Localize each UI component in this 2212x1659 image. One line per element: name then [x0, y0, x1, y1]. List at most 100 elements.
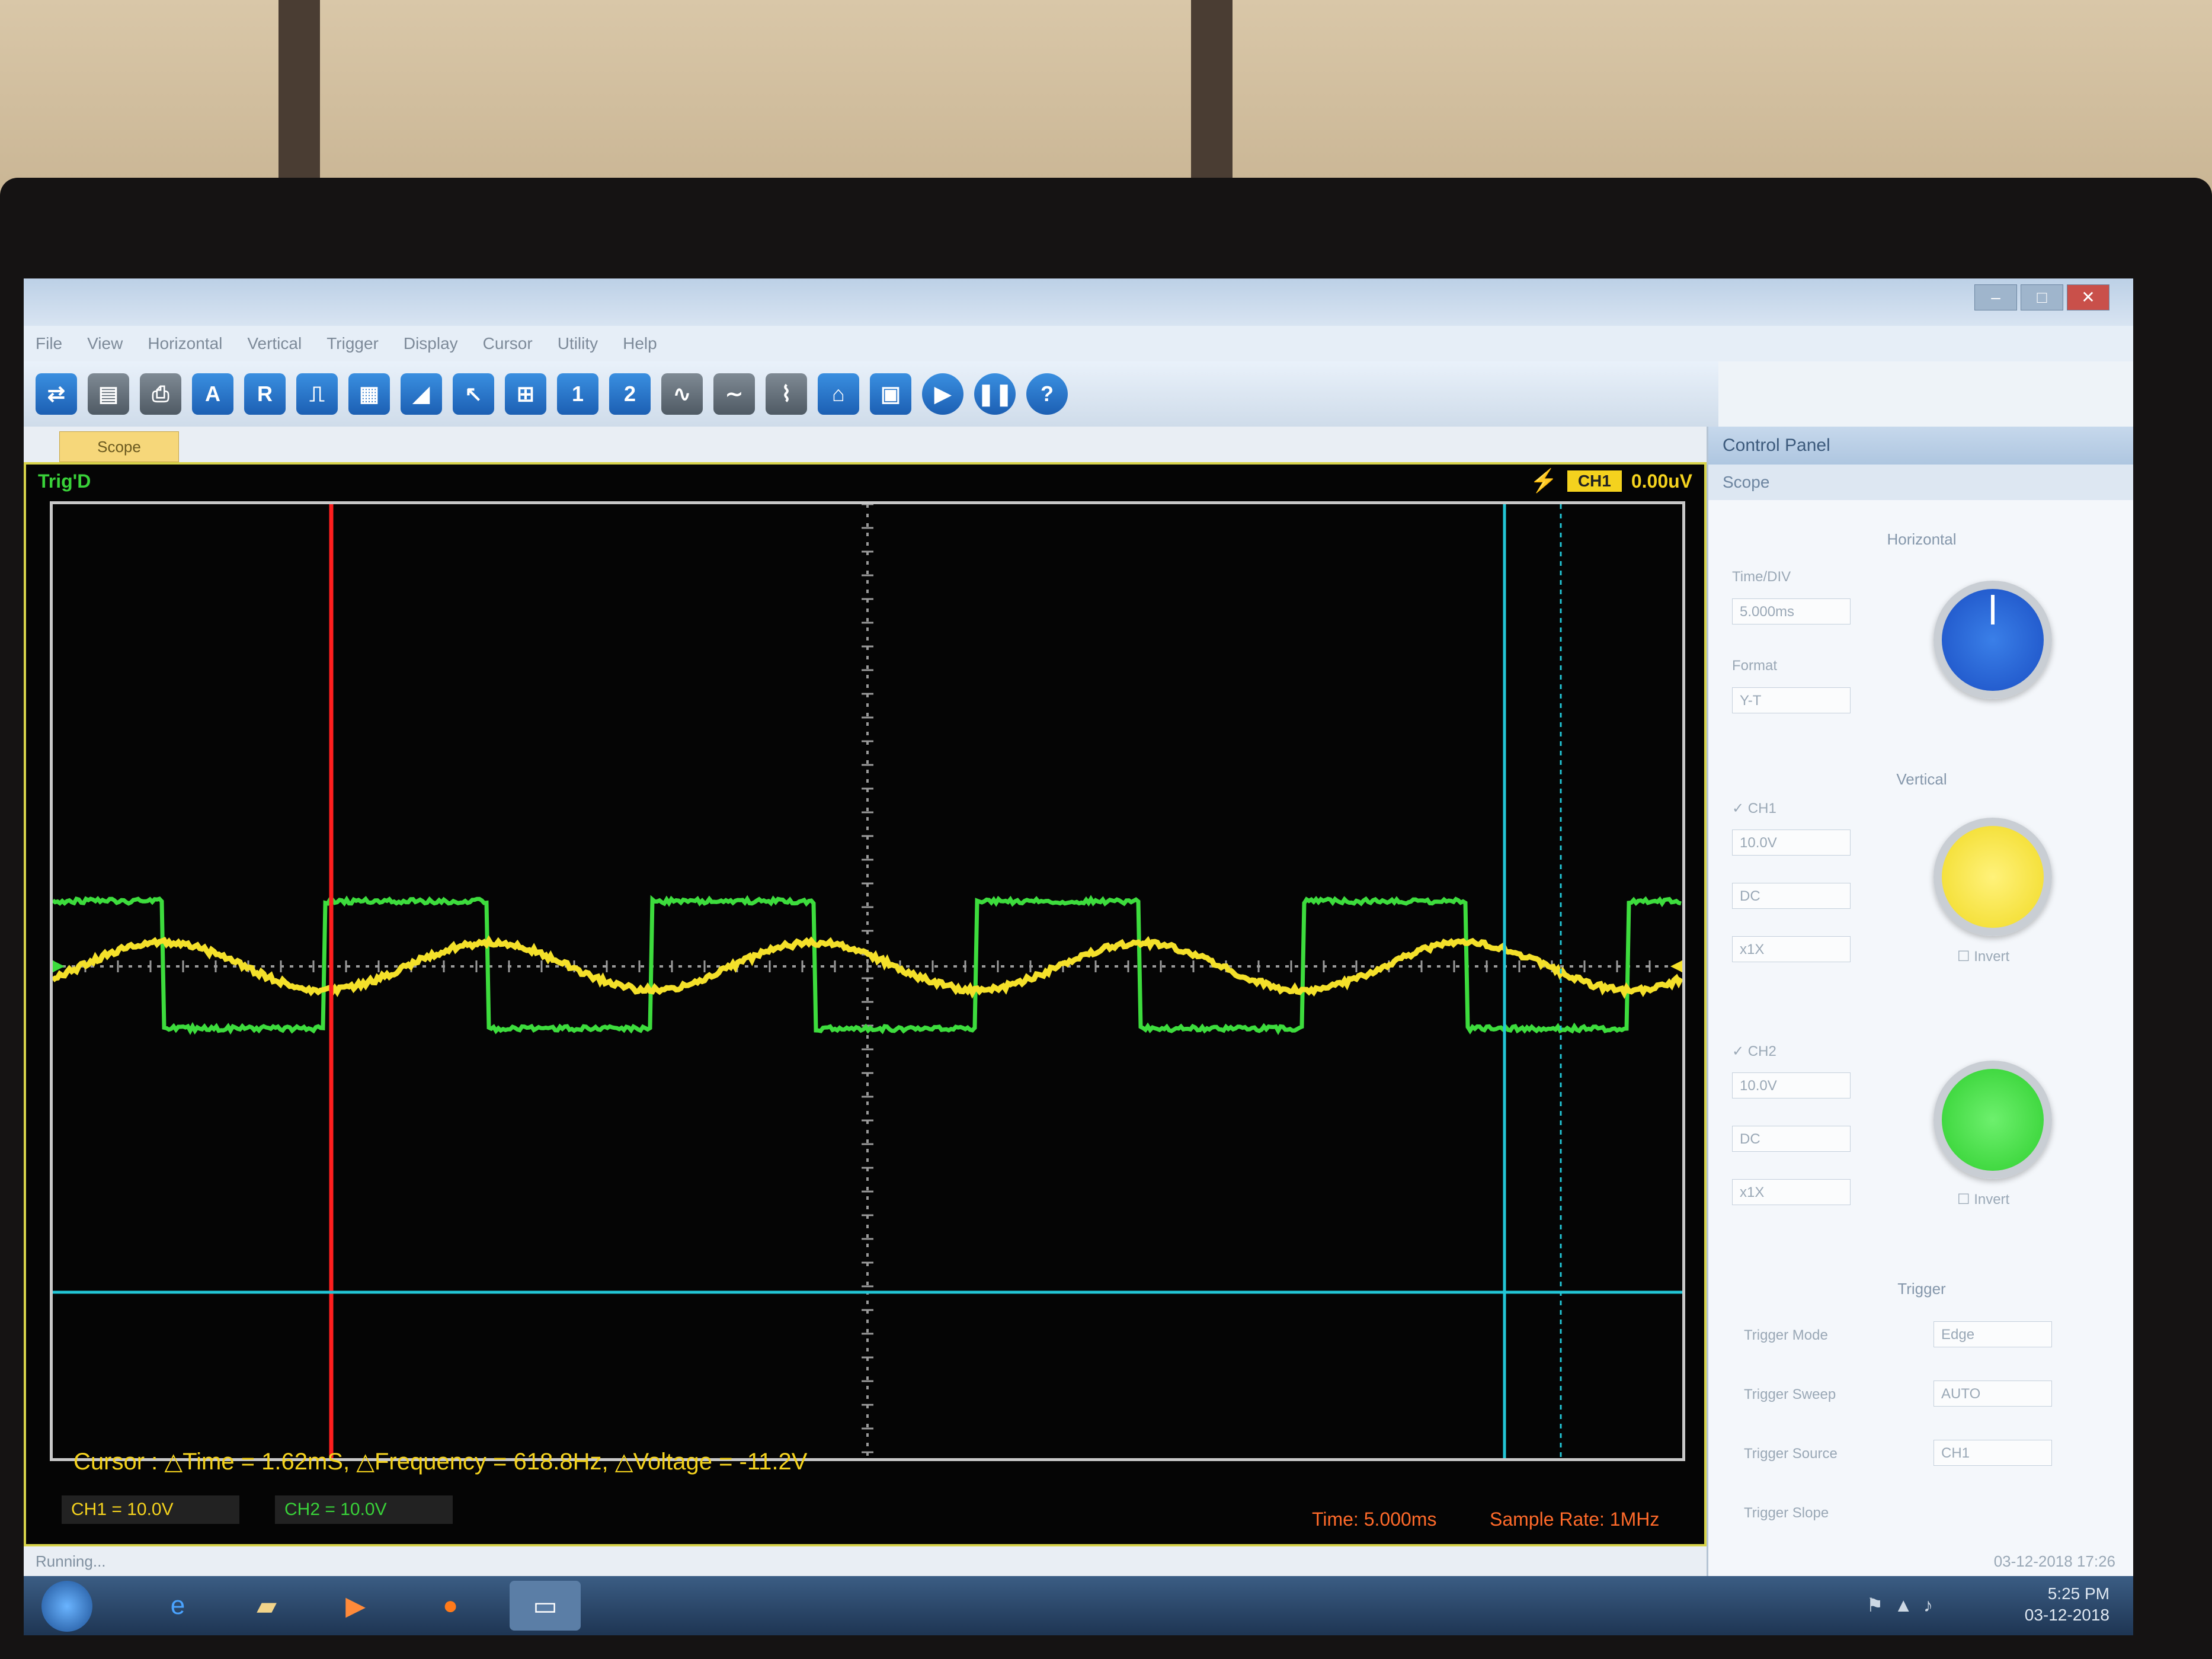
tab-strip: Scope — [24, 427, 1707, 462]
ch2-ground-marker — [53, 960, 65, 972]
menu-bar: File View Horizontal Vertical Trigger Di… — [24, 326, 2133, 361]
maximize-button[interactable]: □ — [2021, 284, 2063, 310]
title-bar: – □ ✕ — [24, 278, 2133, 326]
tab-scope[interactable]: Scope — [59, 431, 179, 462]
trigger-source-select[interactable]: CH1 — [1934, 1440, 2052, 1466]
run-icon[interactable]: ▶ — [922, 373, 963, 415]
trigger-level: 0.00uV — [1631, 470, 1692, 492]
time-readout: Time: 5.000ms — [1312, 1509, 1436, 1530]
help-icon[interactable]: ? — [1026, 373, 1068, 415]
ch1-checkbox[interactable]: ✓ CH1 — [1732, 800, 1776, 817]
scope-app-icon[interactable]: ▭ — [510, 1581, 581, 1631]
system-tray[interactable]: ⚑▲♪ — [1867, 1594, 1944, 1616]
horizontal-knob[interactable] — [1934, 581, 2052, 699]
save-icon[interactable]: ▤ — [88, 373, 129, 415]
trigger-status: ⚡ CH1 0.00uV — [1529, 468, 1692, 494]
status-bar: Running... — [24, 1546, 1707, 1576]
plot-frame — [50, 501, 1685, 1461]
measure-icon[interactable]: ▦ — [348, 373, 390, 415]
panel-datetime: 03-12-2018 17:26 — [1994, 1552, 2115, 1571]
home-icon[interactable]: ⌂ — [818, 373, 859, 415]
auto-icon[interactable]: A — [192, 373, 233, 415]
menu-cursor[interactable]: Cursor — [483, 334, 533, 353]
trigger-mode-label: Trigger Mode — [1744, 1327, 1828, 1344]
ch2-volt-knob[interactable] — [1934, 1061, 2052, 1179]
minimize-button[interactable]: – — [1974, 284, 2017, 310]
ch1-probe-select[interactable]: x1X — [1732, 936, 1851, 962]
trigger-source-label: Trigger Source — [1744, 1446, 1838, 1462]
trigger-level-marker — [1670, 960, 1682, 972]
ch2-probe-select[interactable]: x1X — [1732, 1179, 1851, 1205]
ch2-volt-select[interactable]: 10.0V — [1732, 1072, 1851, 1098]
ch1-volt-select[interactable]: 10.0V — [1732, 830, 1851, 856]
record-icon[interactable]: ▣ — [870, 373, 911, 415]
print-icon[interactable]: ⎙ — [140, 373, 181, 415]
waveform-plot[interactable] — [53, 504, 1682, 1458]
ch1-label: CH1 — [1748, 800, 1776, 816]
trigger-mode-select[interactable]: Edge — [1934, 1321, 2052, 1347]
taskbar: e ▰ ▶ ● ▭ ⚑▲♪ 5:25 PM 03-12-2018 — [24, 1576, 2133, 1635]
explorer-icon[interactable]: ▰ — [231, 1581, 302, 1631]
channel2-icon[interactable]: 2 — [609, 373, 651, 415]
ch2-coupling-select[interactable]: DC — [1732, 1126, 1851, 1152]
zoom-icon[interactable]: ⊞ — [505, 373, 546, 415]
stop-icon[interactable]: ❚❚ — [974, 373, 1016, 415]
ch2-invert-label: Invert — [1974, 1192, 2009, 1208]
start-button[interactable] — [41, 1581, 92, 1632]
ch1-invert-checkbox[interactable]: ☐ Invert — [1957, 948, 2009, 965]
trig-status: Trig'D — [38, 470, 91, 492]
trigger-edge-icon: ⚡ — [1529, 468, 1557, 494]
format-label: Format — [1732, 658, 1777, 674]
menu-vertical[interactable]: Vertical — [247, 334, 302, 353]
ramp-icon[interactable]: ◢ — [401, 373, 442, 415]
waveform-c-icon[interactable]: ⌇ — [766, 373, 807, 415]
trigger-sweep-select[interactable]: AUTO — [1934, 1381, 2052, 1407]
pulse-icon[interactable]: ⎍ — [296, 373, 338, 415]
clock-date: 03-12-2018 — [2025, 1604, 2109, 1626]
menu-view[interactable]: View — [87, 334, 123, 353]
scope-display: Trig'D ⚡ CH1 0.00uV Cursor : △Time = 1.6… — [24, 462, 1707, 1546]
ch1-invert-label: Invert — [1974, 949, 2009, 965]
panel-title: Control Panel — [1708, 427, 2133, 465]
section-horizontal: Horizontal — [1708, 530, 2133, 549]
menu-help[interactable]: Help — [623, 334, 657, 353]
ch2-invert-checkbox[interactable]: ☐ Invert — [1957, 1191, 2009, 1208]
menu-trigger[interactable]: Trigger — [326, 334, 379, 353]
ch2-label: CH2 — [1748, 1043, 1776, 1059]
menu-file[interactable]: File — [36, 334, 62, 353]
menu-display[interactable]: Display — [404, 334, 458, 353]
trigger-source-badge: CH1 — [1567, 470, 1622, 492]
sample-rate-readout: Sample Rate: 1MHz — [1490, 1509, 1659, 1530]
ch1-coupling-select[interactable]: DC — [1732, 883, 1851, 909]
media-player-icon[interactable]: ▶ — [320, 1581, 391, 1631]
ch2-checkbox[interactable]: ✓ CH2 — [1732, 1043, 1776, 1060]
channel1-icon[interactable]: 1 — [557, 373, 598, 415]
ie-icon[interactable]: e — [142, 1581, 213, 1631]
clock-time: 5:25 PM — [2025, 1583, 2109, 1604]
cursor-readout: Cursor : △Time = 1.62mS, △Frequency = 61… — [73, 1448, 807, 1475]
menu-utility[interactable]: Utility — [558, 334, 598, 353]
section-trigger: Trigger — [1708, 1280, 2133, 1298]
wall-post — [1191, 0, 1233, 196]
trigger-sweep-label: Trigger Sweep — [1744, 1386, 1836, 1403]
ch2-scale: CH2 = 10.0V — [275, 1495, 453, 1524]
connect-icon[interactable]: ⇄ — [36, 373, 77, 415]
background-wall — [0, 0, 2212, 201]
ch1-volt-knob[interactable] — [1934, 818, 2052, 936]
timediv-select[interactable]: 5.000ms — [1732, 598, 1851, 624]
control-panel: Control Panel Scope Horizontal Time/DIV … — [1707, 427, 2133, 1576]
trigger-slope-label: Trigger Slope — [1744, 1505, 1829, 1522]
timediv-label: Time/DIV — [1732, 569, 1791, 585]
firefox-icon[interactable]: ● — [415, 1581, 486, 1631]
waveform-a-icon[interactable]: ∿ — [661, 373, 703, 415]
taskbar-clock[interactable]: 5:25 PM 03-12-2018 — [2025, 1583, 2109, 1626]
screen: – □ ✕ File View Horizontal Vertical Trig… — [24, 278, 2133, 1635]
waveform-b-icon[interactable]: ∼ — [713, 373, 755, 415]
reset-icon[interactable]: R — [244, 373, 286, 415]
section-vertical: Vertical — [1708, 770, 2133, 789]
menu-horizontal[interactable]: Horizontal — [148, 334, 222, 353]
close-button[interactable]: ✕ — [2067, 284, 2109, 310]
cursor-icon[interactable]: ↖ — [453, 373, 494, 415]
panel-subtitle: Scope — [1708, 465, 2133, 500]
format-select[interactable]: Y-T — [1732, 687, 1851, 713]
